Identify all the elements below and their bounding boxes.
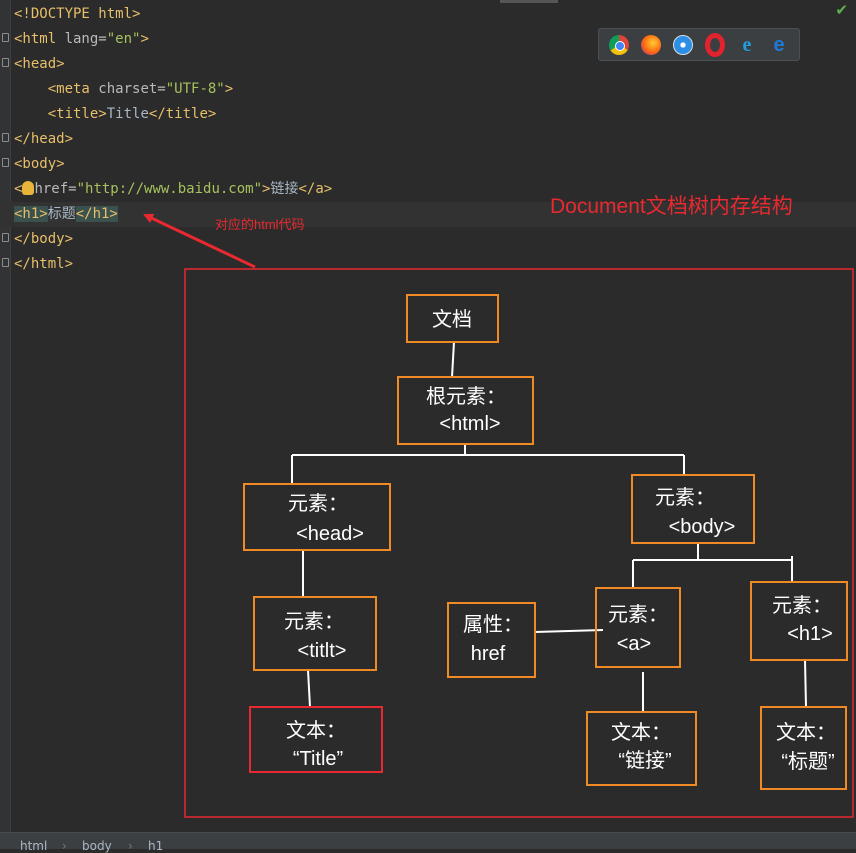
- node-attr-line2: href: [471, 643, 506, 665]
- node-text-h1-line1: 文本：: [776, 721, 836, 744]
- node-text-title-line2: “Title”: [293, 748, 343, 770]
- node-h1-element: 元素： <h1>: [750, 581, 848, 661]
- breadcrumb-bar: html › body › h1: [0, 832, 856, 853]
- node-text-link-line1: 文本：: [611, 721, 671, 744]
- breadcrumb-item[interactable]: h1: [148, 839, 163, 853]
- breadcrumb-item[interactable]: html: [20, 839, 47, 853]
- node-text-h1-line2: “标题”: [781, 750, 834, 773]
- node-head-line1: 元素：: [288, 492, 348, 515]
- breadcrumb-separator: ›: [62, 839, 67, 853]
- node-body-line1: 元素：: [655, 486, 715, 509]
- node-attribute: 属性： href: [447, 602, 536, 678]
- node-title-line1: 元素：: [284, 610, 344, 633]
- node-root-line2: <html>: [439, 413, 500, 435]
- annotation-arrow: [143, 213, 256, 269]
- edge-a-attr: [534, 629, 604, 633]
- node-body-element: 元素： <body>: [631, 474, 755, 544]
- breadcrumb-item[interactable]: body: [82, 839, 112, 853]
- node-text-link-line2: “链接”: [618, 749, 671, 772]
- breadcrumb-separator: ›: [128, 839, 133, 853]
- node-root-line1: 根元素：: [426, 385, 506, 408]
- node-title-line2: <titlt>: [298, 640, 347, 662]
- edge-h1-text: [804, 659, 807, 708]
- node-text-h1: 文本： “标题”: [760, 706, 847, 790]
- node-document: 文档: [406, 294, 499, 343]
- node-text-title: 文本： “Title”: [249, 706, 383, 773]
- node-text-link: 文本： “链接”: [586, 711, 697, 786]
- node-a-line1: 元素：: [608, 603, 668, 626]
- node-root-element: 根元素： <html>: [397, 376, 534, 445]
- node-a-line2: <a>: [617, 633, 651, 655]
- node-head-element: 元素： <head>: [243, 483, 391, 551]
- node-document-label: 文档: [432, 308, 472, 331]
- node-title-element: 元素： <titlt>: [253, 596, 377, 671]
- node-text-title-line1: 文本：: [286, 719, 346, 742]
- node-body-line2: <body>: [669, 516, 736, 538]
- node-h1-line2: <h1>: [787, 623, 833, 645]
- node-h1-line1: 元素：: [772, 594, 832, 617]
- dom-tree-diagram: 文档 根元素： <html> 元素： <head> 元素： <body> 元素：…: [143, 213, 854, 818]
- node-head-line2: <head>: [296, 523, 364, 545]
- node-a-element: 元素： <a>: [595, 587, 681, 668]
- edge-doc-root: [451, 341, 455, 378]
- node-attr-line1: 属性：: [463, 613, 523, 636]
- edge-title-text: [307, 669, 311, 708]
